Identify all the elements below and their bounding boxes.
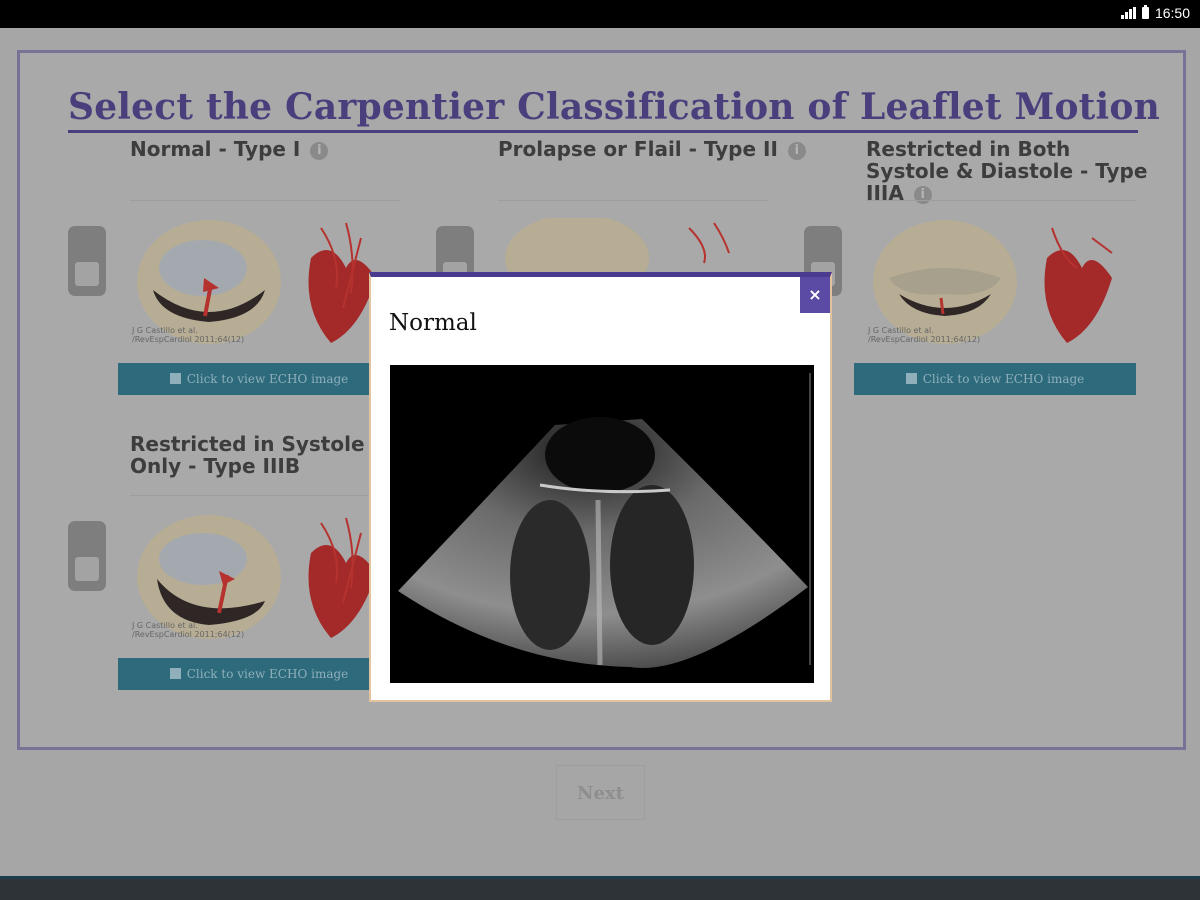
echo-image [390, 365, 814, 683]
info-icon[interactable]: i [310, 142, 329, 160]
card-divider [498, 200, 768, 201]
heart-illustration [1044, 227, 1113, 343]
echo-modal: × Normal [369, 272, 832, 702]
bottom-bar [0, 876, 1200, 900]
status-right: 16:50 [1120, 5, 1190, 21]
card-title-text: Prolapse or Flail - Type II [498, 137, 778, 161]
checkbox-box [75, 262, 99, 286]
echo-button-label: Click to view ECHO image [186, 372, 349, 386]
signal-icon [1120, 7, 1136, 19]
classification-card-type-iiia: Restricted in Both Systole & Diastole - … [804, 138, 1194, 408]
echo-button-label: Click to view ECHO image [186, 667, 349, 681]
card-title-text: Restricted in Both Systole & Diastole - … [866, 137, 1148, 205]
image-credit: J G Castillo et al. /RevEspCardiol 2011;… [132, 326, 245, 344]
echo-button-label: Click to view ECHO image [922, 372, 1085, 386]
checkbox-box [75, 557, 99, 581]
card-title-text: Restricted in Systole Only - Type IIIB [130, 432, 365, 478]
close-button[interactable]: × [800, 277, 830, 313]
status-bar: 16:50 [0, 0, 1200, 28]
card-title: Restricted in Systole Only - Type IIIB [130, 433, 390, 477]
card-title: Restricted in Both Systole & Diastole - … [866, 138, 1156, 204]
select-checkbox-type-iiib[interactable] [68, 521, 106, 591]
close-icon: × [808, 285, 822, 304]
view-echo-button[interactable]: Click to view ECHO image [118, 658, 400, 690]
view-echo-button[interactable]: Click to view ECHO image [118, 363, 400, 395]
image-credit: J G Castillo et al. /RevEspCardiol 2011;… [868, 326, 981, 344]
page-title: Select the Carpentier Classification of … [68, 86, 1160, 133]
modal-title: Normal [389, 310, 477, 336]
info-icon[interactable]: i [913, 186, 932, 204]
status-time: 16:50 [1154, 5, 1190, 21]
card-title-text: Normal - Type I [130, 137, 301, 161]
card-divider [130, 200, 400, 201]
select-checkbox-type-i[interactable] [68, 226, 106, 296]
card-title: Prolapse or Flail - Type II i [498, 138, 828, 160]
film-icon [169, 668, 181, 679]
film-icon [905, 373, 917, 384]
info-icon[interactable]: i [787, 142, 806, 160]
battery-icon [1141, 5, 1149, 19]
card-title: Normal - Type I i [130, 138, 430, 160]
next-button[interactable]: Next [556, 765, 645, 820]
film-icon [169, 373, 181, 384]
card-divider [866, 200, 1136, 201]
view-echo-button[interactable]: Click to view ECHO image [854, 363, 1136, 395]
image-credit: J G Castillo et al. /RevEspCardiol 2011;… [132, 621, 245, 639]
card-divider [130, 495, 400, 496]
